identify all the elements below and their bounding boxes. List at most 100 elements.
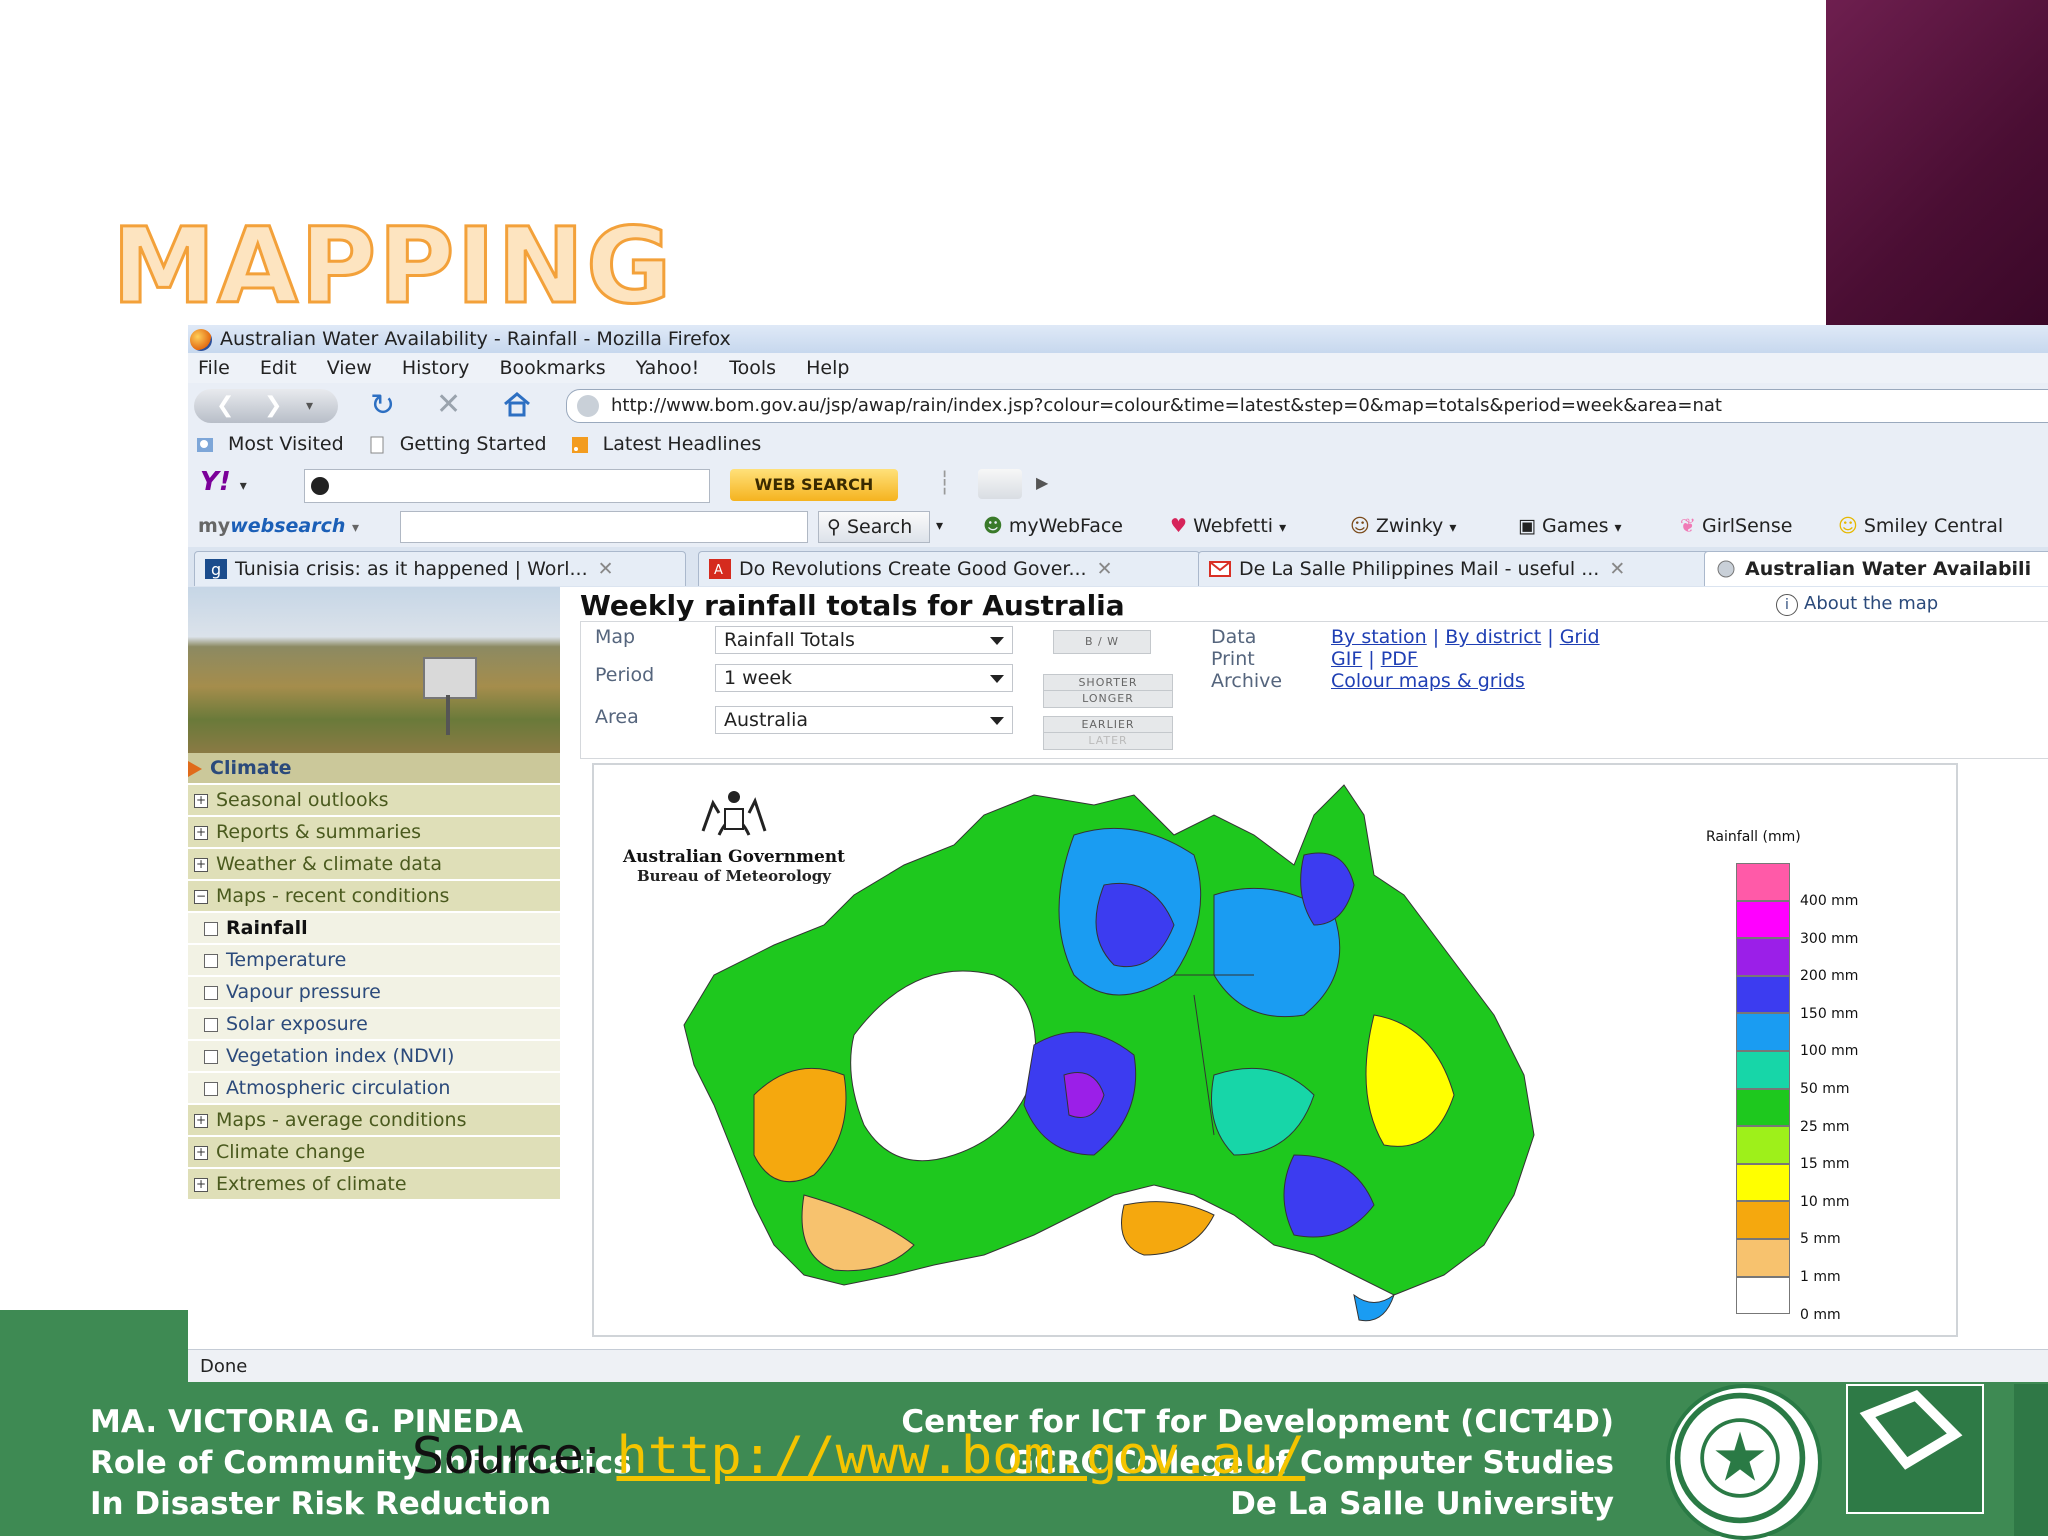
tab-dlsu-mail[interactable]: De La Salle Philippines Mail - useful ..… [1198,551,1710,586]
close-tab-icon[interactable]: ✕ [1097,558,1113,580]
sidebar-subitem-temperature[interactable]: Temperature [188,945,560,977]
about-the-map-link[interactable]: i About the map [1776,593,1938,616]
butterfly-icon: ❦ [1680,515,1696,537]
bookmark-most-visited[interactable]: Most Visited [228,433,344,455]
expand-icon[interactable]: + [194,1145,208,1160]
games-dropdown-icon[interactable]: ▾ [1615,520,1622,536]
menu-help[interactable]: Help [806,357,849,379]
mywebsearch-logo[interactable]: mywebsearch ▾ [198,505,359,549]
page-title: Weekly rainfall totals for Australia [580,589,1125,622]
forward-icon[interactable]: ❯ [264,393,282,418]
legend-swatch [1736,1088,1790,1127]
expand-icon[interactable]: + [194,793,208,808]
sidebar-item-seasonal-outlooks[interactable]: + Seasonal outlooks [188,785,560,817]
pdf-link[interactable]: PDF [1381,648,1418,670]
reload-icon[interactable]: ↻ [370,388,395,423]
toolbar-girlsense[interactable]: ❦ GirlSense [1680,505,1792,547]
longer-button[interactable]: LONGER [1043,690,1173,708]
yahoo-search-input[interactable] [304,469,710,503]
sidebar-subitem-solar-exposure[interactable]: Solar exposure [188,1009,560,1041]
bookmark-getting-started[interactable]: Getting Started [400,433,547,455]
chevron-down-icon [990,675,1004,683]
stop-icon[interactable]: ✕ [436,387,461,422]
mywebsearch-dropdown-icon[interactable]: ▾ [352,520,359,536]
menu-history[interactable]: History [402,357,470,379]
girlsense-label: GirlSense [1701,515,1793,537]
rainfall-legend-labels: 400 mm 300 mm 200 mm 150 mm 100 mm 50 mm 25 mm… [1800,894,1859,1346]
toolbar-smiley-central[interactable]: ☺ Smiley Central [1838,505,2003,547]
yahoo-mail-button[interactable] [978,469,1022,499]
tab-tunisia[interactable]: g Tunisia crisis: as it happened | Worl.… [194,551,686,586]
toolbar-zwinky[interactable]: ☺ Zwinky ▾ [1350,505,1456,549]
menu-file[interactable]: File [198,357,230,379]
tab-australian-water[interactable]: Australian Water Availabili [1704,551,2048,586]
menu-view[interactable]: View [327,357,372,379]
by-station-link[interactable]: By station [1331,626,1427,648]
tab-revolutions[interactable]: A Do Revolutions Create Good Gover... ✕ [698,551,1200,586]
bw-toggle-button[interactable]: B / W [1053,630,1151,654]
expand-icon[interactable]: + [194,1113,208,1128]
expand-icon[interactable]: + [194,857,208,872]
bookmark-latest-headlines[interactable]: Latest Headlines [603,433,762,455]
toolbar-webfetti[interactable]: ♥ Webfetti ▾ [1170,505,1286,549]
sidebar-subitem-rainfall[interactable]: Rainfall [188,913,560,945]
menu-edit[interactable]: Edit [260,357,297,379]
page-content: Climate + Seasonal outlooks + Reports & su… [188,587,2048,1347]
sidebar-subitem-ndvi[interactable]: Vegetation index (NDVI) [188,1041,560,1073]
source-url-link[interactable]: http://www.bom.gov.au/ [616,1426,1305,1486]
by-district-link[interactable]: By district [1445,626,1541,648]
colour-maps-grids-link[interactable]: Colour maps & grids [1331,670,1525,692]
back-icon[interactable]: ❮ [216,393,234,418]
chevron-right-icon[interactable]: ▶ [1036,473,1048,492]
face-icon: ☻ [983,515,1003,537]
map-select-value: Rainfall Totals [724,629,855,651]
close-tab-icon[interactable]: ✕ [598,558,614,580]
back-forward-buttons[interactable]: ❮ ❯ ▾ [194,389,338,423]
toolbar-mywebface[interactable]: ☻ myWebFace [983,505,1123,547]
sidebar-item-weather-climate-data[interactable]: + Weather & climate data [188,849,560,881]
menu-yahoo[interactable]: Yahoo! [636,357,700,379]
yahoo-logo[interactable]: Y! ▾ [200,467,247,497]
mywebsearch-toolbar: mywebsearch ▾ ⚲ Search ▾ ☻ myWebFace ♥ W… [188,505,2048,547]
webfetti-dropdown-icon[interactable]: ▾ [1279,520,1286,536]
menu-tools[interactable]: Tools [729,357,776,379]
legend-swatch [1736,1126,1790,1164]
sidebar-subitem-atmospheric[interactable]: Atmospheric circulation [188,1073,560,1105]
sidebar-subitem-vapour-pressure[interactable]: Vapour pressure [188,977,560,1009]
sidebar-item-maps-average[interactable]: + Maps - average conditions [188,1105,560,1137]
collapse-icon[interactable]: − [194,889,208,904]
expand-icon[interactable]: + [194,1177,208,1192]
menu-bookmarks[interactable]: Bookmarks [499,357,605,379]
yahoo-dropdown-icon[interactable]: ▾ [240,478,247,494]
close-tab-icon[interactable]: ✕ [1609,558,1625,580]
sidebar-item-reports-summaries[interactable]: + Reports & summaries [188,817,560,849]
search-dropdown-icon[interactable]: ▾ [936,505,943,547]
grid-link[interactable]: Grid [1560,626,1600,648]
sidebar-heading-climate[interactable]: Climate [188,753,560,785]
mywebsearch-input[interactable] [400,511,808,543]
history-dropdown-icon[interactable]: ▾ [306,398,313,414]
expand-icon[interactable]: + [194,825,208,840]
sidebar-item-extremes[interactable]: + Extremes of climate [188,1169,560,1201]
home-icon[interactable] [502,391,532,417]
smiley-central-label: Smiley Central [1863,515,2004,537]
gif-link[interactable]: GIF [1331,648,1362,670]
zwinky-label: Zwinky [1375,515,1444,537]
map-select[interactable]: Rainfall Totals [715,626,1013,654]
toolbar-games[interactable]: ▣ Games ▾ [1518,505,1622,549]
address-bar[interactable]: http://www.bom.gov.au/jsp/awap/rain/inde… [566,389,2048,423]
rain-gauge-box [423,657,477,699]
sidebar-subitem-label: Atmospheric circulation [226,1077,451,1099]
legend-label: 100 mm [1800,1043,1859,1060]
sidebar-item-maps-recent[interactable]: − Maps - recent conditions [188,881,560,913]
period-select[interactable]: 1 week [715,664,1013,692]
sidebar-item-climate-change[interactable]: + Climate change [188,1137,560,1169]
site-identity-icon[interactable] [577,395,599,417]
web-search-button[interactable]: WEB SEARCH [730,469,898,501]
mywebsearch-search-button[interactable]: ⚲ Search [818,511,930,543]
legend-swatch [1736,863,1790,901]
sidebar-item-label: Maps - recent conditions [216,885,450,907]
area-select[interactable]: Australia [715,706,1013,734]
zwinky-dropdown-icon[interactable]: ▾ [1449,520,1456,536]
mywebface-label: myWebFace [1008,515,1123,537]
